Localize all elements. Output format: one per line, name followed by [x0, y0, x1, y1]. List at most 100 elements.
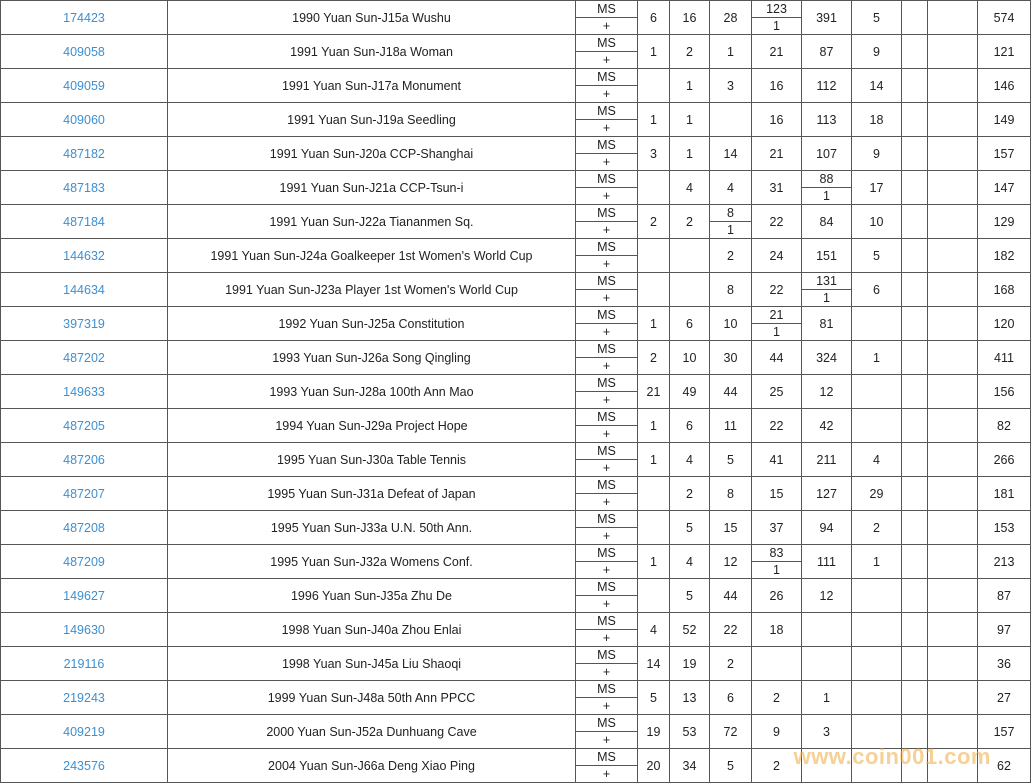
grade-ms-label: MS: [576, 410, 637, 426]
count-cell: 24: [751, 238, 802, 273]
coin-id-link[interactable]: 487184: [63, 215, 105, 229]
blank-cell: [927, 136, 978, 171]
count-cell: [851, 748, 902, 783]
count-cell: 2: [669, 34, 710, 69]
coin-id-link[interactable]: 174423: [63, 11, 105, 25]
count-cell: 2: [751, 680, 802, 715]
coin-id-link[interactable]: 487182: [63, 147, 105, 161]
coin-id-link[interactable]: 487208: [63, 521, 105, 535]
grade-ms-label: MS: [576, 308, 637, 324]
count-cell: 53: [669, 714, 710, 749]
count-cell: 44: [709, 578, 752, 613]
coin-id-link[interactable]: 487206: [63, 453, 105, 467]
count-cell: 1: [801, 680, 852, 715]
grade-ms-label: MS: [576, 648, 637, 664]
coin-id-link[interactable]: 487202: [63, 351, 105, 365]
coin-id-link[interactable]: 487207: [63, 487, 105, 501]
grade-plus-label: +: [602, 664, 611, 679]
grade-ms-label: MS: [576, 614, 637, 630]
coin-id-link[interactable]: 243576: [63, 759, 105, 773]
coin-name-cell: 1991 Yuan Sun-J22a Tiananmen Sq.: [167, 204, 576, 239]
coin-name-cell: 1991 Yuan Sun-J21a CCP-Tsun-i: [167, 170, 576, 205]
count-cell: [851, 408, 902, 443]
table-row: 487206 1995 Yuan Sun-J30a Table Tennis MS +…: [0, 442, 1031, 477]
count-cell: 5: [709, 748, 752, 783]
coin-id-link[interactable]: 409060: [63, 113, 105, 127]
count-cell: 2: [851, 510, 902, 545]
count-cell: 9: [751, 714, 802, 749]
total-cell: 266: [977, 442, 1031, 477]
coin-id-link[interactable]: 487183: [63, 181, 105, 195]
grade-cell: MS +: [575, 748, 638, 783]
count-cell: 16: [751, 68, 802, 103]
coin-id-link[interactable]: 149627: [63, 589, 105, 603]
count-cell: [851, 578, 902, 613]
table-row: 409058 1991 Yuan Sun-J18a Woman MS +1 2 1 21 87…: [0, 34, 1031, 69]
count-cell: [901, 714, 928, 749]
count-cell: [901, 136, 928, 171]
count-cell: 2: [669, 476, 710, 511]
count-cell: 22: [709, 612, 752, 647]
count-cell: 52: [669, 612, 710, 647]
count-cell: 3: [801, 714, 852, 749]
count-value: 123: [752, 2, 801, 18]
count-cell: 5: [669, 578, 710, 613]
coin-id-link[interactable]: 144632: [63, 249, 105, 263]
table-row: 487184 1991 Yuan Sun-J22a Tiananmen Sq. MS…: [0, 204, 1031, 239]
count-cell: 9: [851, 136, 902, 171]
coin-id-link[interactable]: 149633: [63, 385, 105, 399]
coin-name-cell: 1995 Yuan Sun-J30a Table Tennis: [167, 442, 576, 477]
coin-name-cell: 1991 Yuan Sun-J17a Monument: [167, 68, 576, 103]
grade-cell: MS +: [575, 170, 638, 205]
grade-plus-label: +: [602, 732, 611, 747]
table-row: 487207 1995 Yuan Sun-J31a Defeat of Japan…: [0, 476, 1031, 511]
count-cell: [669, 238, 710, 273]
count-cell: 11: [709, 408, 752, 443]
coin-name-cell: 1991 Yuan Sun-J23a Player 1st Women's Wo…: [167, 272, 576, 307]
count-cell: [709, 102, 752, 137]
count-cell: [901, 578, 928, 613]
coin-name-cell: 1995 Yuan Sun-J33a U.N. 50th Ann.: [167, 510, 576, 545]
count-cell: [901, 612, 928, 647]
coin-id-link[interactable]: 397319: [63, 317, 105, 331]
count-cell: 22: [751, 408, 802, 443]
coin-id-link[interactable]: 219116: [64, 657, 105, 671]
total-cell: 153: [977, 510, 1031, 545]
coin-id-link[interactable]: 409059: [63, 79, 105, 93]
count-cell: 25: [751, 374, 802, 409]
coin-name-cell: 1992 Yuan Sun-J25a Constitution: [167, 306, 576, 341]
count-cell: 112: [801, 68, 852, 103]
coin-id-cell: 487182: [0, 136, 168, 171]
coin-name-cell: 1996 Yuan Sun-J35a Zhu De: [167, 578, 576, 613]
plus-count-value: 1: [773, 324, 780, 339]
blank-cell: [927, 714, 978, 749]
count-cell: 9: [851, 34, 902, 69]
blank-cell: [927, 204, 978, 239]
count-cell: [637, 578, 670, 613]
count-cell: [637, 510, 670, 545]
blank-cell: [927, 272, 978, 307]
grade-plus-label: +: [602, 86, 611, 101]
coin-id-link[interactable]: 144634: [63, 283, 105, 297]
coin-name-cell: 1991 Yuan Sun-J20a CCP-Shanghai: [167, 136, 576, 171]
count-cell: [851, 714, 902, 749]
coin-id-link[interactable]: 219243: [63, 691, 105, 705]
plus-count-value: 1: [823, 188, 830, 203]
count-cell: [751, 646, 802, 681]
total-cell: 97: [977, 612, 1031, 647]
coin-id-cell: 149633: [0, 374, 168, 409]
count-cell: 324: [801, 340, 852, 375]
count-cell: 20: [637, 748, 670, 783]
count-cell: 1: [669, 102, 710, 137]
coin-name-cell: 1999 Yuan Sun-J48a 50th Ann PPCC: [167, 680, 576, 715]
blank-cell: [927, 544, 978, 579]
coin-id-link[interactable]: 409058: [63, 45, 105, 59]
count-cell: [851, 374, 902, 409]
grade-cell: MS +: [575, 68, 638, 103]
coin-id-link[interactable]: 487209: [63, 555, 105, 569]
coin-id-link[interactable]: 149630: [63, 623, 105, 637]
coin-id-link[interactable]: 409219: [63, 725, 105, 739]
grade-ms-label: MS: [576, 376, 637, 392]
coin-id-link[interactable]: 487205: [63, 419, 105, 433]
count-cell: 14: [637, 646, 670, 681]
